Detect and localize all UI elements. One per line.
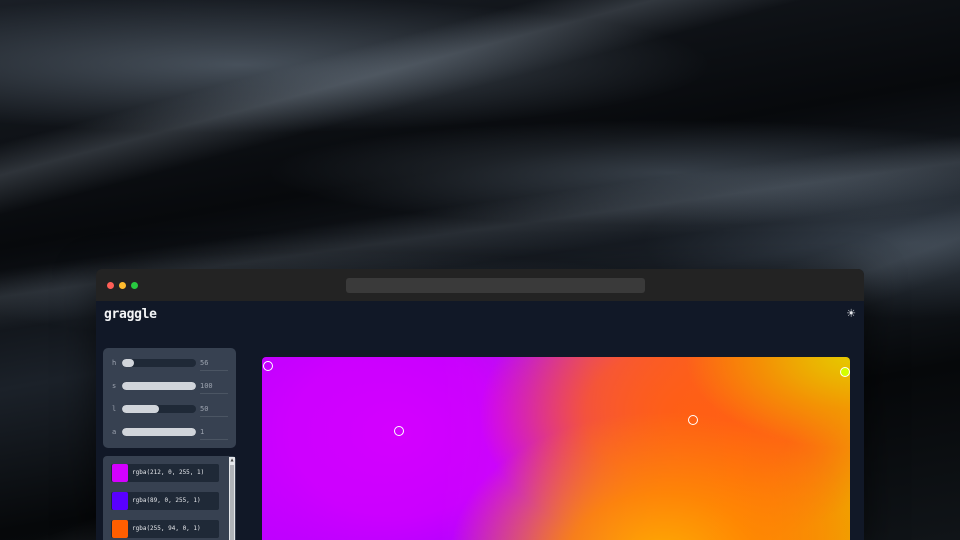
color-swatch[interactable] xyxy=(112,520,128,538)
gradient-handle-top-left[interactable] xyxy=(263,361,273,371)
alpha-slider[interactable] xyxy=(122,428,196,436)
gradient-handle-top-right[interactable] xyxy=(840,367,850,377)
color-stop-list: rgba(212, 0, 255, 1) rgba(89, 0, 255, 1)… xyxy=(103,456,236,540)
gradient-canvas[interactable] xyxy=(262,357,850,540)
color-value: rgba(212, 0, 255, 1) xyxy=(132,469,205,476)
color-stop-item[interactable]: rgba(89, 0, 255, 1) xyxy=(111,492,219,510)
color-stop-item[interactable]: rgba(255, 94, 0, 1) xyxy=(111,520,219,538)
maximize-window-button[interactable] xyxy=(131,282,138,289)
alpha-slider-row: a 1 xyxy=(103,426,236,440)
hue-slider[interactable] xyxy=(122,359,196,367)
scrollbar-thumb[interactable] xyxy=(230,465,234,540)
alpha-label: a xyxy=(112,428,117,436)
saturation-slider-row: s 100 xyxy=(103,380,236,394)
app-logo[interactable]: graggle xyxy=(104,307,157,322)
lightness-slider-row: l 50 xyxy=(103,403,236,417)
lightness-label: l xyxy=(112,405,117,413)
graggle-app: graggle ☀ h 56 s 100 l 50 a 1 rgba(212, … xyxy=(96,301,864,540)
color-value: rgba(255, 94, 0, 1) xyxy=(132,525,201,532)
close-window-button[interactable] xyxy=(107,282,114,289)
saturation-slider-fill xyxy=(122,382,196,390)
sun-icon[interactable]: ☀ xyxy=(846,308,856,319)
gradient-handle-purple[interactable] xyxy=(394,426,404,436)
hue-value[interactable]: 56 xyxy=(200,359,228,371)
alpha-slider-fill xyxy=(122,428,196,436)
color-swatch[interactable] xyxy=(112,492,128,510)
color-list-scrollbar[interactable]: ▲ xyxy=(229,457,235,540)
minimize-window-button[interactable] xyxy=(119,282,126,289)
hsla-controls-panel: h 56 s 100 l 50 a 1 xyxy=(103,348,236,448)
saturation-slider[interactable] xyxy=(122,382,196,390)
hue-slider-row: h 56 xyxy=(103,357,236,371)
gradient-handle-orange[interactable] xyxy=(688,415,698,425)
saturation-value[interactable]: 100 xyxy=(200,382,228,394)
browser-window: graggle ☀ h 56 s 100 l 50 a 1 rgba(212, … xyxy=(96,269,864,540)
hue-slider-fill xyxy=(122,359,134,367)
address-bar[interactable] xyxy=(346,278,645,293)
scroll-up-icon[interactable]: ▲ xyxy=(229,457,235,463)
saturation-label: s xyxy=(112,382,117,390)
color-swatch[interactable] xyxy=(112,464,128,482)
hue-label: h xyxy=(112,359,117,367)
lightness-value[interactable]: 50 xyxy=(200,405,228,417)
lightness-slider[interactable] xyxy=(122,405,196,413)
lightness-slider-fill xyxy=(122,405,159,413)
browser-titlebar xyxy=(96,269,864,301)
color-value: rgba(89, 0, 255, 1) xyxy=(132,497,201,504)
color-stop-item[interactable]: rgba(212, 0, 255, 1) xyxy=(111,464,219,482)
alpha-value[interactable]: 1 xyxy=(200,428,228,440)
